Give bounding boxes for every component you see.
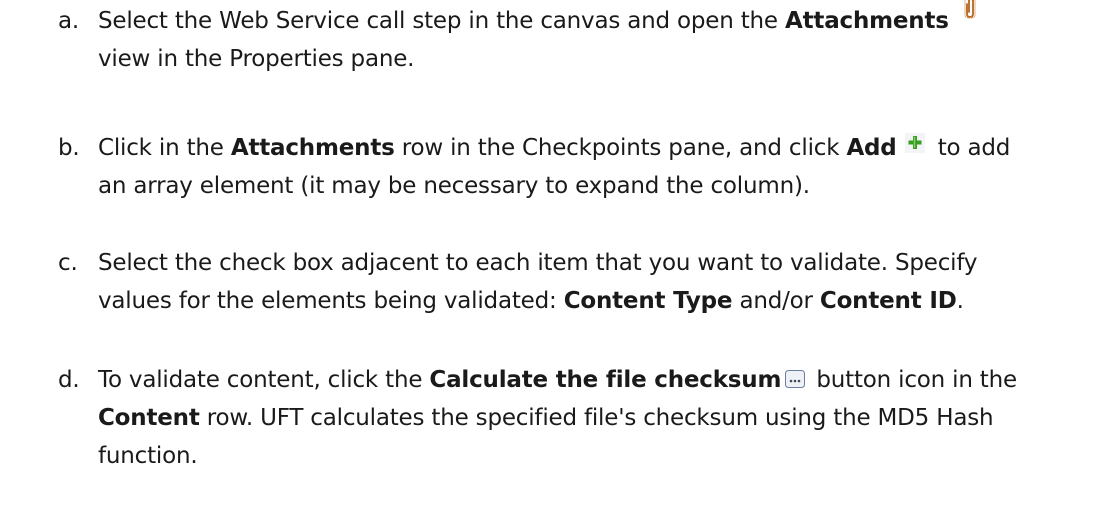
- ui-term-attachments: Attachments: [230, 135, 395, 161]
- ui-term-content-type: Content Type: [563, 288, 733, 314]
- step-line: an array element (it may be necessary to…: [98, 173, 810, 199]
- ui-term-calculate-checksum: Calculate the file checksum: [429, 367, 782, 393]
- step-line: function.: [98, 443, 198, 469]
- step-line: Select the check box adjacent to each it…: [98, 250, 978, 276]
- ui-term-add: Add: [846, 135, 897, 161]
- ui-term-content: Content: [98, 405, 200, 431]
- step-text-segment: .: [956, 288, 964, 314]
- step-text-segment: To validate content, click the: [98, 367, 430, 393]
- ui-term-content-id: Content ID: [819, 288, 957, 314]
- step-line: To validate content, click the Calculate…: [98, 361, 1108, 399]
- step-marker: a.: [58, 8, 80, 34]
- instruction-steps: a. Select the Web Service call step in t…: [0, 0, 1120, 512]
- step-line: Click in the Attachments row in the Chec…: [98, 129, 1108, 167]
- step-line: values for the elements being validated:…: [98, 282, 1108, 320]
- step-text-segment: Click in the: [98, 135, 231, 161]
- step-text-segment: button icon in the: [809, 367, 1017, 393]
- step-line: Content row. UFT calculates the specifie…: [98, 399, 1108, 437]
- step-text: Select the Web Service call step in the …: [98, 0, 1108, 78]
- paperclip-icon: [963, 0, 977, 19]
- step-text: To validate content, click the Calculate…: [98, 361, 1108, 475]
- step-text: Click in the Attachments row in the Chec…: [98, 129, 1108, 205]
- step-marker: b.: [58, 135, 80, 161]
- step-line: view in the Properties pane.: [98, 46, 415, 72]
- step-text-segment: values for the elements being validated:: [98, 288, 564, 314]
- step-marker: d.: [58, 367, 80, 393]
- step-text-segment: Select the Web Service call step in the …: [98, 8, 785, 34]
- step-text-segment: row in the Checkpoints pane, and click: [394, 135, 847, 161]
- step-text-segment: and/or: [732, 288, 820, 314]
- step-text-segment: row. UFT calculates the specified file's…: [199, 405, 994, 431]
- ellipsis-button-icon: [785, 369, 806, 388]
- step-text: Select the check box adjacent to each it…: [98, 244, 1108, 320]
- step-marker: c.: [58, 250, 78, 276]
- step-text-segment: to add: [930, 135, 1011, 161]
- add-plus-icon: [904, 132, 925, 153]
- step-line: Select the Web Service call step in the …: [98, 0, 1108, 40]
- ui-term-attachments: Attachments: [785, 8, 949, 34]
